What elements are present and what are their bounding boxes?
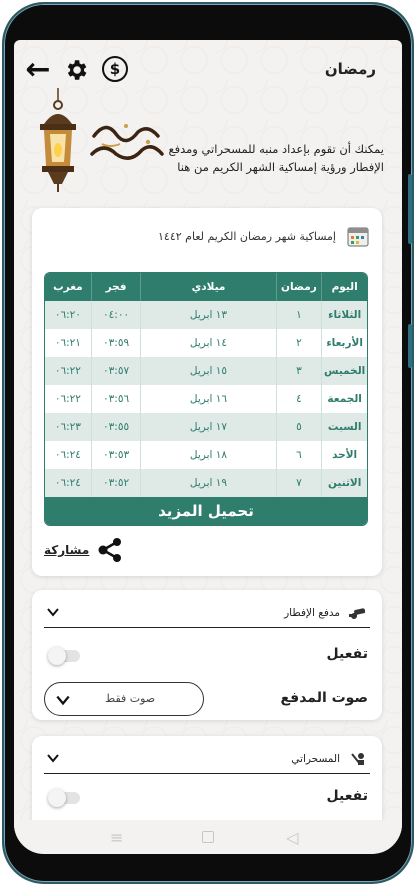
gregorian-date-cell: ١٤ ابريل (140, 329, 275, 357)
misaharati-title-wrap: المسحراتي (291, 752, 366, 766)
misaharati-activate-toggle[interactable] (48, 789, 80, 807)
gregorian-date-cell: ١٣ ابريل (140, 301, 275, 329)
fajr-time-cell: ٠٣:٥٦ (90, 385, 141, 413)
share-button[interactable]: مشاركة (44, 538, 123, 562)
chevron-down-icon (47, 754, 59, 763)
chevron-down-icon (47, 608, 59, 617)
day-cell: الأحد (321, 441, 367, 469)
dollar-icon[interactable]: $ (102, 56, 128, 82)
ramadan-day-cell: ١ (275, 301, 322, 329)
gregorian-date-cell: ١٧ ابريل (140, 413, 275, 441)
ramadan-day-cell: ٢ (275, 329, 322, 357)
chevron-down-icon (56, 695, 70, 706)
cannon-sound-select[interactable]: صوت فقط (44, 682, 204, 716)
share-label: مشاركة (44, 543, 90, 557)
cannon-activate-label: تفعيل (326, 646, 368, 662)
maghrib-time-cell: ٠٦:٢٤ (54, 477, 81, 489)
table-row: السبت ٥ ١٧ ابريل ٠٣:٥٥ ٠٦:٢٣ (45, 413, 367, 441)
column-header-fajr: فجر (90, 273, 141, 301)
gregorian-date-cell: ١٩ ابريل (140, 469, 275, 497)
gregorian-date-cell: ١٦ ابريل (140, 385, 275, 413)
ramadan-day-cell: ٥ (275, 413, 322, 441)
cannon-activate-toggle[interactable] (48, 647, 80, 665)
fajr-time-cell: ٠٣:٥٢ (90, 469, 141, 497)
intro-text: يمكنك أن تقوم بإعداد منبه للمسحراتي ومدف… (168, 142, 384, 174)
iftar-cannon-title: مدفع الإفطار (284, 607, 340, 619)
recent-apps-icon[interactable]: ≡ (110, 828, 123, 847)
column-header-maghrib: مغرب (53, 281, 83, 293)
back-triangle-icon[interactable]: ◁ (286, 828, 298, 847)
fajr-time-cell: ٠٣:٥٣ (90, 441, 141, 469)
imsakiya-header: إمساكية شهر رمضان الكريم لعام ١٤٤٢ (158, 222, 370, 250)
gregorian-date-cell: ١٨ ابريل (140, 441, 275, 469)
iftar-cannon-card: مدفع الإفطار تفعيل صوت المدفع صوت فقط (32, 590, 382, 720)
imsakiya-card: إمساكية شهر رمضان الكريم لعام ١٤٤٢ اليوم… (32, 208, 382, 576)
share-icon (98, 538, 122, 562)
day-cell: السبت (321, 413, 367, 441)
maghrib-time-cell: ٠٦:٢٣ (54, 421, 81, 433)
ramadan-day-cell: ٤ (275, 385, 322, 413)
ramadan-day-cell: ٣ (275, 357, 322, 385)
fajr-time-cell: ٠٤:٠٠ (90, 301, 141, 329)
table-header-row: اليوم رمضان ميلادي فجر مغرب (45, 273, 367, 301)
table-row: الثلاثاء ١ ١٣ ابريل ٠٤:٠٠ ٠٦:٢٠ (45, 301, 367, 329)
fajr-time-cell: ٠٣:٥٧ (90, 357, 141, 385)
day-cell: الجمعة (321, 385, 367, 413)
ramadan-day-cell: ٧ (275, 469, 322, 497)
table-row: الأحد ٦ ١٨ ابريل ٠٣:٥٣ ٠٦:٢٤ (45, 441, 367, 469)
load-more-button[interactable]: تحميل المزيد (45, 497, 367, 525)
lantern-icon (40, 88, 76, 192)
fajr-time-cell: ٠٣:٥٥ (90, 413, 141, 441)
drum-icon (351, 753, 364, 765)
table-row: الاثنين ٧ ١٩ ابريل ٠٣:٥٢ ٠٦:٢٤ (45, 469, 367, 497)
imsakiya-title: إمساكية شهر رمضان الكريم لعام ١٤٤٢ (158, 229, 336, 243)
page-title: رمضان (324, 60, 376, 78)
table-row: الخميس ٣ ١٥ ابريل ٠٣:٥٧ ٠٦:٢٢ (45, 357, 367, 385)
maghrib-time-cell: ٠٦:٢٤ (54, 449, 81, 461)
column-header-ramadan: رمضان (275, 273, 322, 301)
table-row: الجمعة ٤ ١٦ ابريل ٠٣:٥٦ ٠٦:٢٢ (45, 385, 367, 413)
toggle-knob (48, 647, 66, 665)
imsakiya-table: اليوم رمضان ميلادي فجر مغرب الثلاثاء ١ ١… (44, 272, 368, 526)
day-cell: الاثنين (321, 469, 367, 497)
toggle-knob (48, 789, 66, 807)
power-button (408, 324, 412, 368)
maghrib-time-cell: ٠٦:٢١ (54, 337, 81, 349)
maghrib-time-cell: ٠٦:٢٠ (54, 309, 81, 321)
misaharati-title: المسحراتي (291, 753, 340, 765)
column-header-gregorian: ميلادي (140, 273, 275, 301)
volume-button (408, 174, 412, 244)
home-icon[interactable] (202, 831, 214, 843)
gear-icon[interactable] (62, 56, 90, 84)
table-row: الأربعاء ٢ ١٤ ابريل ٠٣:٥٩ ٠٦:٢١ (45, 329, 367, 357)
system-nav-bar: ≡ ◁ (14, 820, 402, 854)
cannon-sound-label: صوت المدفع (280, 690, 368, 706)
top-bar: ← $ رمضان (14, 52, 402, 88)
ramadan-day-cell: ٦ (275, 441, 322, 469)
cannon-sound-value: صوت فقط (105, 692, 156, 705)
day-cell: الخميس (321, 357, 367, 385)
iftar-cannon-title-wrap: مدفع الإفطار (284, 606, 366, 620)
misaharati-header[interactable]: المسحراتي (44, 746, 370, 774)
app-screen: ← $ رمضان يمكنك أن تقوم بإعداد منبه للمس… (14, 40, 402, 852)
cannon-icon (349, 608, 366, 619)
column-header-day: اليوم (321, 273, 367, 301)
maghrib-time-cell: ٠٦:٢٢ (54, 393, 81, 405)
misaharati-activate-label: تفعيل (326, 788, 368, 804)
maghrib-time-cell: ٠٦:٢٢ (54, 365, 81, 377)
iftar-cannon-header[interactable]: مدفع الإفطار (44, 600, 370, 628)
gregorian-date-cell: ١٥ ابريل (140, 357, 275, 385)
day-cell: الأربعاء (321, 329, 367, 357)
back-arrow-icon[interactable]: ← (24, 55, 52, 85)
day-cell: الثلاثاء (321, 301, 367, 329)
calendar-icon (347, 227, 369, 247)
fajr-time-cell: ٠٣:٥٩ (90, 329, 141, 357)
